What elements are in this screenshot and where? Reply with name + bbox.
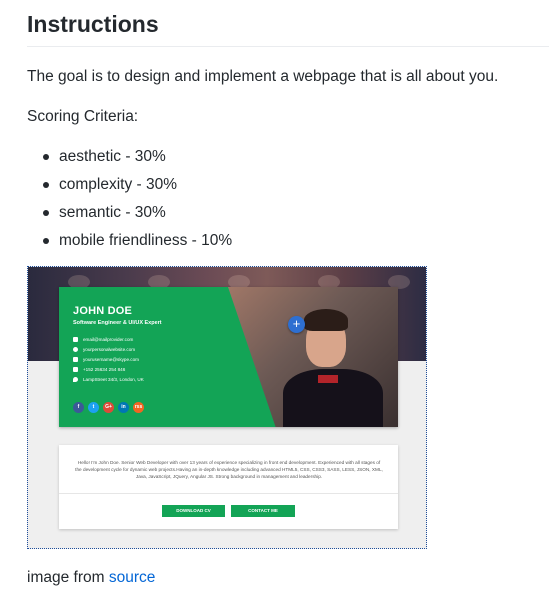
profile-role: Software Engineer & UI/UX Expert <box>73 320 162 326</box>
contact-me-button: CONTACT ME <box>231 505 295 517</box>
contact-phone: +152 25634 254 846 <box>73 366 144 376</box>
download-cv-button: DOWNLOAD CV <box>162 505 225 517</box>
resume-preview-image: JOHN DOE Software Engineer & UI/UX Exper… <box>27 266 427 549</box>
google-plus-icon: G+ <box>103 402 114 413</box>
globe-icon <box>73 347 78 352</box>
facebook-icon: f <box>73 402 84 413</box>
profile-photo <box>228 287 398 427</box>
location-icon <box>73 377 78 382</box>
divider <box>59 493 398 494</box>
contact-address: LampStreet 34/3, London, UK <box>73 376 144 386</box>
twitter-icon: t <box>88 402 99 413</box>
criteria-list: aesthetic - 30% complexity - 30% semanti… <box>27 146 232 258</box>
contact-email: email@mailprovider.com <box>73 336 144 346</box>
bullet-icon <box>43 154 49 160</box>
bullet-icon <box>43 182 49 188</box>
profile-card: JOHN DOE Software Engineer & UI/UX Exper… <box>59 287 398 427</box>
about-text: Hello! I'm John Doe. Senior Web Develope… <box>75 460 383 479</box>
contact-website: yourpersonalwebsite.com <box>73 346 144 356</box>
image-caption: image from source <box>27 569 156 586</box>
criteria-label: Scoring Criteria: <box>27 108 139 125</box>
rss-icon: rss <box>133 402 144 413</box>
list-item: aesthetic - 30% <box>27 146 232 174</box>
about-panel: Hello! I'm John Doe. Senior Web Develope… <box>59 445 398 529</box>
contact-skype: yourusername@skype.com <box>73 356 144 366</box>
contact-list: email@mailprovider.com yourpersonalwebsi… <box>73 336 144 386</box>
skype-icon <box>73 357 78 362</box>
readme-document: Instructions The goal is to design and i… <box>27 0 549 586</box>
list-item: semantic - 30% <box>27 202 232 230</box>
phone-icon <box>73 367 78 372</box>
list-item: complexity - 30% <box>27 174 232 202</box>
page-title: Instructions <box>27 0 549 47</box>
plus-icon: + <box>288 316 305 333</box>
mail-icon <box>73 337 78 342</box>
bullet-icon <box>43 238 49 244</box>
profile-name: JOHN DOE <box>73 305 133 317</box>
list-item: mobile friendliness - 10% <box>27 230 232 258</box>
social-links: f t G+ in rss <box>73 395 148 413</box>
source-link[interactable]: source <box>109 569 156 586</box>
goal-text: The goal is to design and implement a we… <box>27 68 499 85</box>
bullet-icon <box>43 210 49 216</box>
linkedin-icon: in <box>118 402 129 413</box>
